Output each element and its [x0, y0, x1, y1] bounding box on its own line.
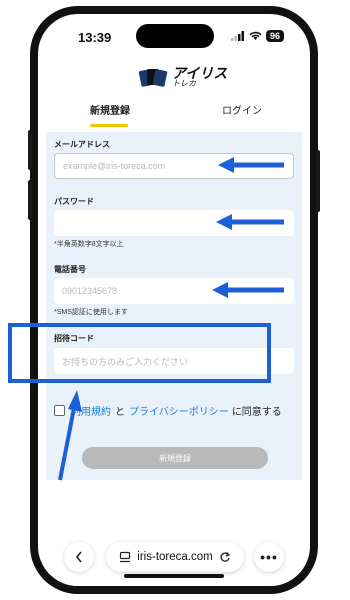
- active-tab-indicator: [90, 124, 128, 127]
- email-placeholder: example@iris-toreca.com: [63, 161, 166, 171]
- dynamic-island: [136, 24, 214, 48]
- email-field[interactable]: example@iris-toreca.com: [54, 153, 294, 179]
- signup-submit-button[interactable]: 新規登録: [82, 447, 268, 469]
- cards-logo-icon: [138, 69, 168, 87]
- agree-checkbox[interactable]: [54, 405, 65, 416]
- phone-label: 電話番号: [54, 265, 86, 274]
- volume-button: [28, 130, 32, 170]
- back-button[interactable]: [64, 542, 94, 572]
- agreement-suffix: に同意する: [231, 407, 282, 418]
- status-time: 13:39: [78, 30, 112, 45]
- password-hint: *半角英数字8文字以上: [54, 241, 124, 248]
- logo-text: アイリス: [172, 65, 228, 81]
- wifi-icon: [249, 31, 262, 40]
- logo-subtext: トレカ: [172, 79, 196, 88]
- signup-form: [46, 132, 302, 480]
- home-indicator: [124, 574, 224, 578]
- tab-signup[interactable]: 新規登録: [90, 102, 130, 117]
- phone-placeholder: 09012345678: [62, 286, 118, 296]
- agreement-and: と: [115, 407, 125, 418]
- signal-icon: [230, 31, 244, 41]
- tab-login[interactable]: ログイン: [222, 102, 262, 117]
- battery-icon: 96: [265, 30, 284, 42]
- password-field[interactable]: [54, 210, 294, 236]
- brand-logo: アイリス トレカ: [138, 66, 227, 88]
- volume-button: [28, 180, 32, 220]
- chevron-left-icon: [75, 551, 82, 563]
- address-bar[interactable]: iris-toreca.com: [106, 542, 244, 572]
- phone-screen: 13:39 96 アイリス トレカ 新規登録 ログイン メールアドレス exam…: [38, 14, 310, 586]
- email-label: メールアドレス: [54, 140, 110, 149]
- auth-tabs: 新規登録 ログイン: [38, 100, 310, 127]
- url-text: iris-toreca.com: [137, 551, 213, 563]
- power-button: [316, 150, 320, 212]
- more-options-button[interactable]: •••: [254, 542, 284, 572]
- phone-hint: *SMS認証に使用します: [54, 309, 128, 316]
- page-menu-icon: [120, 551, 131, 563]
- phone-field[interactable]: 09012345678: [54, 278, 294, 304]
- reload-icon[interactable]: [219, 551, 231, 563]
- ellipsis-icon: •••: [260, 549, 278, 565]
- password-label: パスワード: [54, 197, 94, 206]
- privacy-policy-link[interactable]: プライバシーポリシー: [129, 403, 229, 418]
- terms-link[interactable]: 利用規約: [71, 403, 111, 418]
- status-bar: 13:39 96: [38, 14, 310, 58]
- agreement-row: 利用規約 と プライバシーポリシー に同意する: [54, 403, 282, 418]
- status-icons: 96: [230, 30, 284, 42]
- invite-code-highlight-box: [8, 323, 271, 383]
